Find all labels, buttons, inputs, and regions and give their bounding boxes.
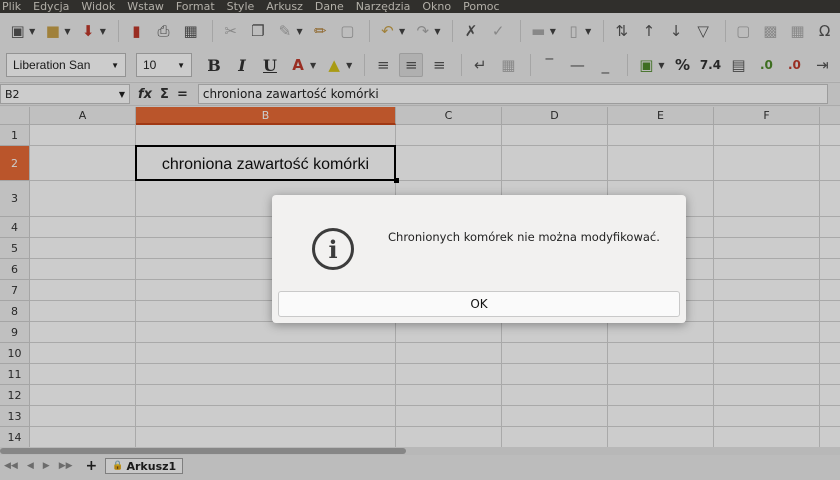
info-icon: i <box>312 228 354 270</box>
protected-cell-dialog: i Chronionych komórek nie można modyfiko… <box>272 195 686 323</box>
dialog-message: Chronionych komórek nie można modyfikowa… <box>388 230 660 244</box>
ok-button[interactable]: OK <box>278 291 680 317</box>
